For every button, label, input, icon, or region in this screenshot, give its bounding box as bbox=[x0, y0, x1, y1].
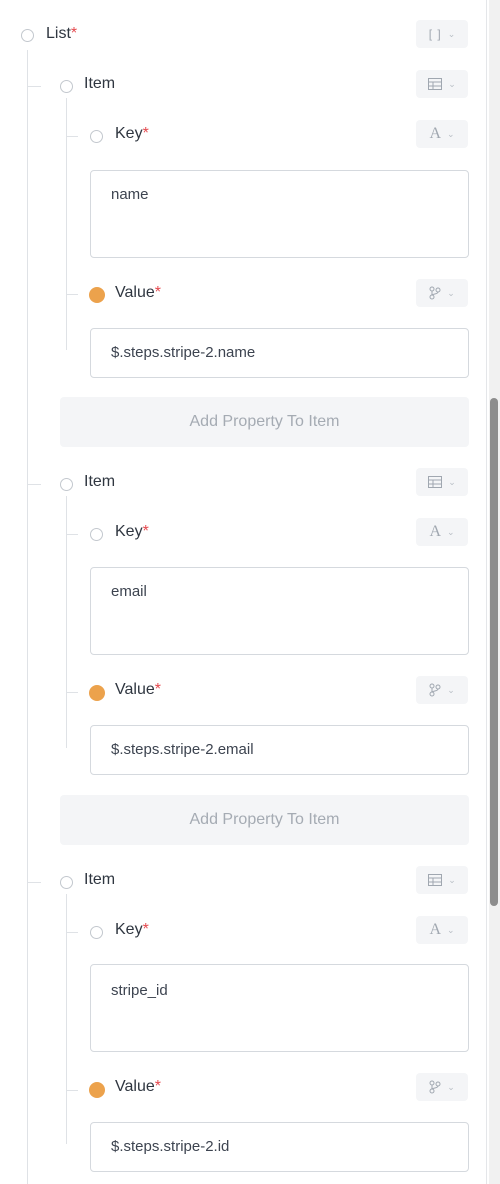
item-label: Item bbox=[84, 871, 116, 888]
list-type-selector[interactable]: [ ] ⌄ bbox=[416, 20, 468, 48]
key-value: email bbox=[111, 583, 147, 600]
table-icon bbox=[428, 874, 443, 886]
item-type-selector[interactable]: ⌄ bbox=[416, 70, 468, 98]
key-type-selector[interactable]: A ⌄ bbox=[416, 916, 468, 944]
key-label: Key* bbox=[115, 125, 149, 142]
item-label: Item bbox=[84, 75, 116, 92]
key-radio[interactable] bbox=[90, 528, 103, 541]
table-icon bbox=[428, 476, 443, 488]
chevron-down-icon: ⌄ bbox=[447, 28, 456, 39]
add-property-button[interactable]: Add Property To Item bbox=[60, 397, 469, 447]
key-textarea[interactable]: name bbox=[90, 170, 469, 258]
tree-branch bbox=[66, 294, 78, 295]
key-radio[interactable] bbox=[90, 130, 103, 143]
chevron-down-icon: ⌄ bbox=[448, 78, 456, 89]
branch-icon bbox=[429, 286, 441, 300]
chevron-down-icon: ⌄ bbox=[447, 1081, 455, 1092]
tree-branch bbox=[27, 86, 41, 87]
value-type-selector[interactable]: ⌄ bbox=[416, 279, 468, 307]
value-type-selector[interactable]: ⌄ bbox=[416, 1073, 468, 1101]
item-type-selector[interactable]: ⌄ bbox=[416, 468, 468, 496]
key-type-selector[interactable]: A ⌄ bbox=[416, 120, 468, 148]
value-connected-dot bbox=[89, 287, 105, 303]
text-a-icon: A bbox=[429, 125, 441, 142]
text-a-icon: A bbox=[429, 523, 441, 540]
key-value: name bbox=[111, 186, 149, 203]
value-type-selector[interactable]: ⌄ bbox=[416, 676, 468, 704]
list-label: List* bbox=[46, 25, 78, 42]
item-radio[interactable] bbox=[60, 478, 73, 491]
key-radio[interactable] bbox=[90, 926, 103, 939]
value-value: $.steps.stripe-2.name bbox=[111, 344, 256, 361]
item-type-selector[interactable]: ⌄ bbox=[416, 866, 468, 894]
value-input[interactable]: $.steps.stripe-2.email bbox=[90, 725, 469, 775]
tree-guide-root bbox=[27, 50, 28, 1184]
key-type-selector[interactable]: A ⌄ bbox=[416, 518, 468, 546]
value-value: $.steps.stripe-2.email bbox=[111, 741, 254, 758]
item-radio[interactable] bbox=[60, 80, 73, 93]
table-icon bbox=[428, 78, 443, 90]
list-radio[interactable] bbox=[21, 29, 34, 42]
chevron-down-icon: ⌄ bbox=[448, 476, 456, 487]
value-input[interactable]: $.steps.stripe-2.id bbox=[90, 1122, 469, 1172]
key-textarea[interactable]: stripe_id bbox=[90, 964, 469, 1052]
tree-branch bbox=[66, 534, 78, 535]
tree-branch bbox=[66, 932, 78, 933]
value-connected-dot bbox=[89, 1082, 105, 1098]
chevron-down-icon: ⌄ bbox=[447, 128, 455, 139]
tree-branch bbox=[27, 882, 41, 883]
chevron-down-icon: ⌄ bbox=[448, 874, 456, 885]
branch-icon bbox=[429, 1080, 441, 1094]
chevron-down-icon: ⌄ bbox=[447, 287, 455, 298]
tree-branch bbox=[27, 484, 41, 485]
chevron-down-icon: ⌄ bbox=[447, 526, 455, 537]
tree-branch bbox=[66, 692, 78, 693]
tree-branch bbox=[66, 1090, 78, 1091]
key-label: Key* bbox=[115, 921, 149, 938]
value-value: $.steps.stripe-2.id bbox=[111, 1138, 230, 1155]
item-label: Item bbox=[84, 473, 116, 490]
panel-edge bbox=[486, 0, 487, 1184]
brackets-icon: [ ] bbox=[428, 27, 442, 41]
text-a-icon: A bbox=[429, 921, 441, 938]
chevron-down-icon: ⌄ bbox=[447, 684, 455, 695]
item-radio[interactable] bbox=[60, 876, 73, 889]
add-property-button[interactable]: Add Property To Item bbox=[60, 795, 469, 845]
value-label: Value* bbox=[115, 1078, 161, 1095]
scrollbar-thumb[interactable] bbox=[490, 398, 498, 906]
key-textarea[interactable]: email bbox=[90, 567, 469, 655]
value-input[interactable]: $.steps.stripe-2.name bbox=[90, 328, 469, 378]
value-connected-dot bbox=[89, 685, 105, 701]
chevron-down-icon: ⌄ bbox=[447, 924, 455, 935]
key-value: stripe_id bbox=[111, 982, 168, 999]
value-label: Value* bbox=[115, 284, 161, 301]
value-label: Value* bbox=[115, 681, 161, 698]
tree-branch bbox=[66, 136, 78, 137]
branch-icon bbox=[429, 683, 441, 697]
key-label: Key* bbox=[115, 523, 149, 540]
